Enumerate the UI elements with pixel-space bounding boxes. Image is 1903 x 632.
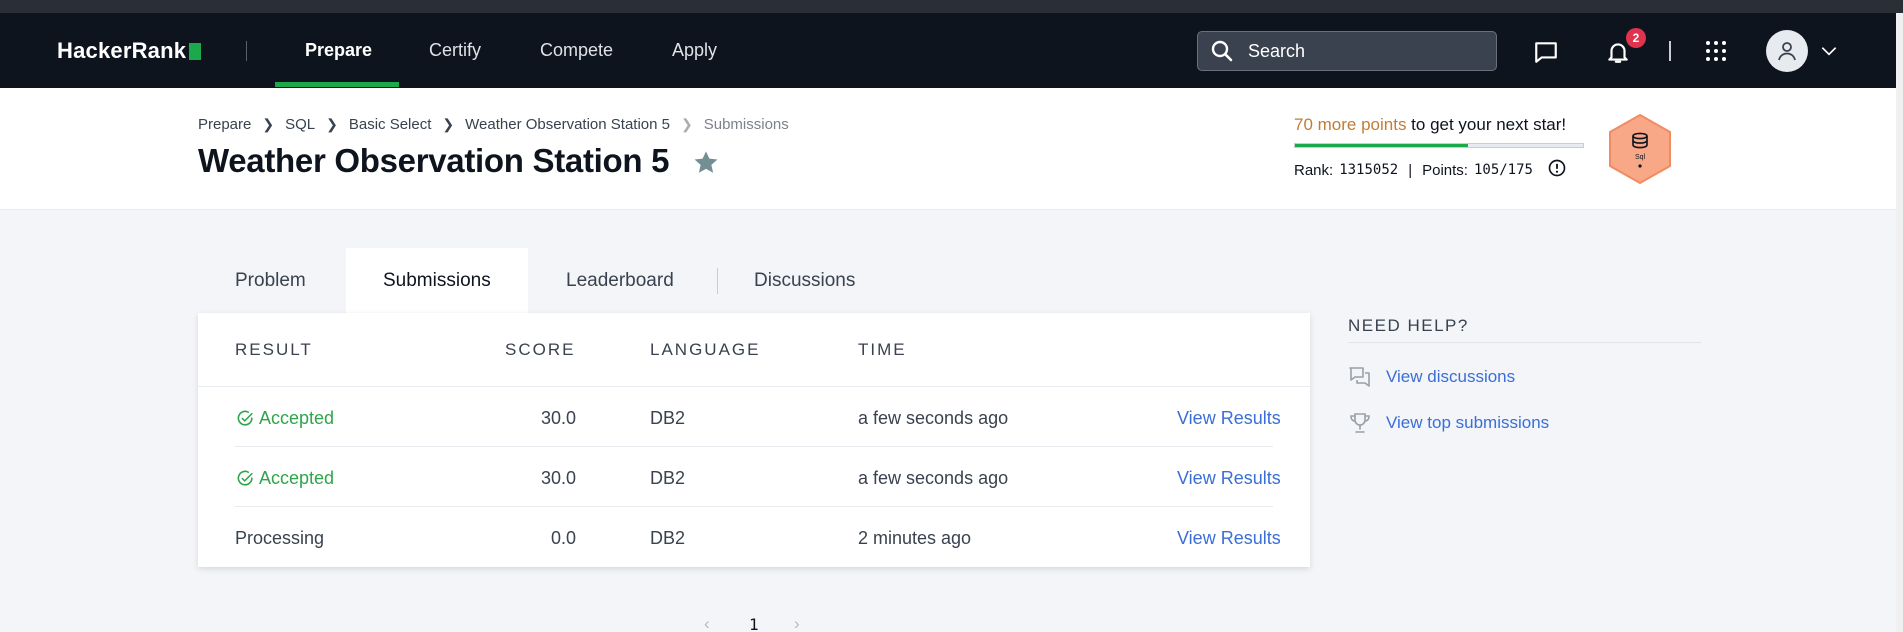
breadcrumb: Prepare ❯ SQL ❯ Basic Select ❯ Weather O… xyxy=(198,116,789,133)
chevron-right-icon: ❯ xyxy=(326,116,338,132)
pagination-next-icon[interactable]: › xyxy=(794,614,800,632)
nav-separator xyxy=(1669,41,1671,61)
badge-label: Sql xyxy=(1635,154,1646,161)
window-top-strip xyxy=(0,0,1903,13)
view-results-link[interactable]: View Results xyxy=(1177,526,1281,550)
search-placeholder: Search xyxy=(1248,40,1306,61)
result-status: Accepted xyxy=(259,467,335,488)
column-header-score: SCORE xyxy=(505,340,576,359)
trophy-icon xyxy=(1348,412,1372,434)
search-input[interactable]: Search xyxy=(1197,31,1497,71)
view-results-link[interactable]: View Results xyxy=(1177,466,1281,490)
row-divider xyxy=(235,506,1273,507)
sql-skill-badge[interactable]: Sql xyxy=(1606,113,1674,190)
logo-square-icon xyxy=(189,42,202,60)
active-tab-underline xyxy=(275,82,399,87)
tab-leaderboard[interactable]: Leaderboard xyxy=(529,248,711,313)
column-header-language: LANGUAGE xyxy=(650,340,761,359)
view-discussions-link[interactable]: View discussions xyxy=(1348,366,1515,388)
chevron-right-icon: ❯ xyxy=(442,116,455,132)
table-row-1-time: a few seconds ago xyxy=(858,407,1009,428)
rank-label: Rank: xyxy=(1294,161,1334,179)
column-header-time: TIME xyxy=(858,340,907,359)
rank-value: 1315052 xyxy=(1339,162,1399,178)
view-discussions-label: View discussions xyxy=(1386,367,1516,386)
nav-divider xyxy=(246,41,247,61)
user-icon xyxy=(1778,42,1796,61)
table-row-1-language: DB2 xyxy=(650,407,686,428)
row-divider xyxy=(235,446,1273,447)
table-row-2-language: DB2 xyxy=(650,467,686,488)
view-results-link[interactable]: View Results xyxy=(1177,406,1281,430)
next-star-message: 70 more points to get your next star! xyxy=(1294,115,1566,135)
table-row-2-result: Accepted xyxy=(236,466,334,490)
result-status: Accepted xyxy=(259,407,335,428)
breadcrumb-basic-select[interactable]: Basic Select xyxy=(349,116,432,133)
chevron-right-icon: ❯ xyxy=(262,116,275,132)
discussions-icon xyxy=(1348,366,1372,388)
table-row-3-score: 0.0 xyxy=(550,527,576,548)
tab-discussions[interactable]: Discussions xyxy=(717,248,892,313)
rank-points-line: Rank: 1315052 | Points: 105/175 xyxy=(1294,158,1567,182)
breadcrumb-challenge[interactable]: Weather Observation Station 5 xyxy=(465,116,670,133)
table-row-1-result: Accepted xyxy=(236,406,334,430)
nav-tab-apply[interactable]: Apply xyxy=(672,13,717,88)
check-circle-icon xyxy=(237,470,253,486)
points-needed: 70 more points xyxy=(1294,115,1407,134)
pagination-prev-icon[interactable]: ‹ xyxy=(704,614,710,632)
hackerrank-logo[interactable]: HackerRank xyxy=(57,38,202,64)
table-row-1-score: 30.0 xyxy=(540,407,576,428)
view-top-submissions-link[interactable]: View top submissions xyxy=(1348,412,1549,434)
messages-icon[interactable] xyxy=(1532,38,1560,66)
star-progress-bar xyxy=(1294,143,1584,148)
check-circle-icon xyxy=(237,410,253,426)
logo-text: HackerRank xyxy=(57,38,187,63)
rank-separator: | xyxy=(1408,161,1413,179)
table-row-2-score: 30.0 xyxy=(540,467,576,488)
star-progress-fill xyxy=(1295,144,1468,147)
breadcrumb-submissions: Submissions xyxy=(703,116,789,133)
apps-grid-icon[interactable] xyxy=(1703,38,1729,64)
table-header-divider xyxy=(198,386,1310,387)
search-icon xyxy=(1211,40,1233,62)
notification-count-badge: 2 xyxy=(1626,28,1646,48)
bookmark-star-icon[interactable] xyxy=(692,149,720,182)
page-title: Weather Observation Station 5 xyxy=(198,142,670,179)
chevron-right-icon: ❯ xyxy=(680,116,693,132)
nav-tab-prepare[interactable]: Prepare xyxy=(305,13,372,88)
breadcrumb-sql[interactable]: SQL xyxy=(285,116,315,133)
need-help-divider xyxy=(1348,342,1701,343)
nav-tab-certify[interactable]: Certify xyxy=(429,13,481,88)
next-star-text: to get your next star! xyxy=(1406,115,1567,134)
table-row-3-language: DB2 xyxy=(650,527,686,548)
badge-star-dot xyxy=(1638,164,1642,168)
column-header-result: RESULT xyxy=(235,340,313,359)
need-help-title: NEED HELP? xyxy=(1348,316,1469,335)
table-row-3-result: Processing xyxy=(235,527,325,548)
points-label: Points: xyxy=(1422,161,1468,179)
info-icon[interactable] xyxy=(1547,158,1567,182)
view-top-submissions-label: View top submissions xyxy=(1386,413,1550,432)
scrollbar[interactable] xyxy=(1896,13,1903,632)
tab-submissions[interactable]: Submissions xyxy=(346,248,528,313)
points-value: 105/175 xyxy=(1473,162,1533,178)
table-row-3-time: 2 minutes ago xyxy=(858,527,972,548)
tab-problem[interactable]: Problem xyxy=(198,248,343,313)
pagination-current-page[interactable]: 1 xyxy=(749,615,759,632)
breadcrumb-prepare[interactable]: Prepare xyxy=(198,116,251,133)
user-avatar[interactable] xyxy=(1766,30,1808,72)
nav-tab-compete[interactable]: Compete xyxy=(540,13,613,88)
chevron-down-icon[interactable] xyxy=(1818,40,1840,62)
table-row-2-time: a few seconds ago xyxy=(858,467,1009,488)
